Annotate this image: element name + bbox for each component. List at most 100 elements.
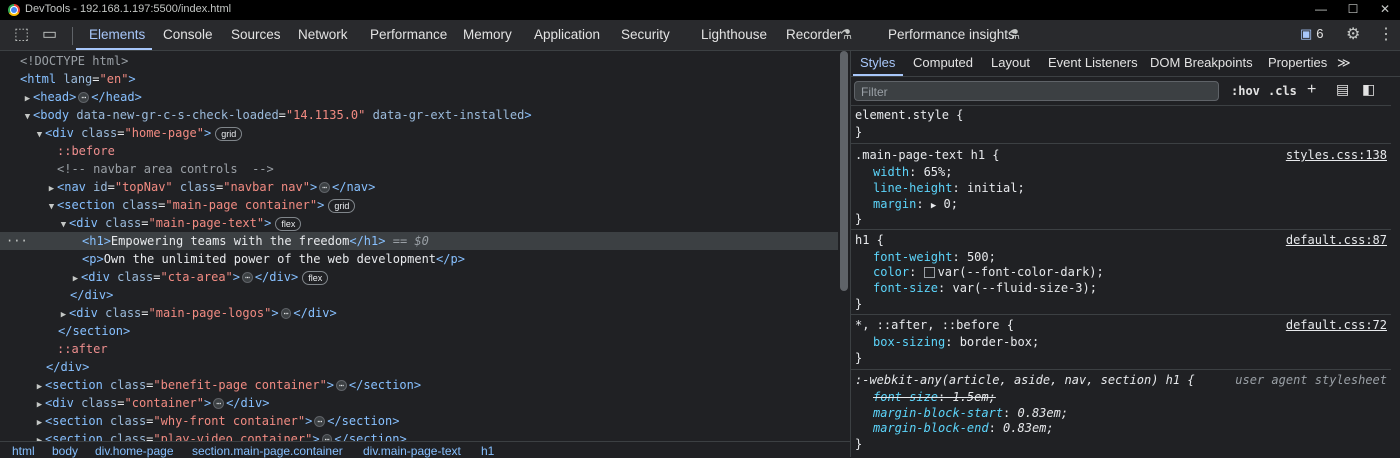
style-property[interactable]: font-weight: 500; <box>855 249 1391 265</box>
breadcrumb-body[interactable]: body <box>52 444 78 458</box>
collapsed-ellipsis[interactable]: ⋯ <box>319 182 330 193</box>
style-property[interactable]: margin-block-end: 0.83em; <box>855 420 1391 436</box>
attr-name: class <box>122 198 159 212</box>
tab-dom-breakpoints[interactable]: DOM Breakpoints <box>1150 55 1253 70</box>
dom-node-div-cta[interactable]: ▶ <div class="cta-area"> ⋯ </div> flex <box>0 268 838 286</box>
expand-triangle-icon[interactable]: ▶ <box>931 201 936 211</box>
dom-node-section-why[interactable]: ▶ <section class="why-front container"> ⋯ <… <box>0 412 838 430</box>
style-property[interactable]: box-sizing: border-box; <box>855 334 1391 350</box>
dom-node-body[interactable]: ▼ <body data-new-gr-c-s-check-loaded="14.… <box>0 106 838 124</box>
rule-source-link[interactable]: default.css:87 <box>1286 232 1387 248</box>
breadcrumb-div-home-page[interactable]: div.home-page <box>95 444 174 458</box>
dom-node-div-logos[interactable]: ▶ <div class="main-page-logos"> ⋯ </div> <box>0 304 838 322</box>
flex-badge[interactable]: flex <box>275 216 302 231</box>
style-property[interactable]: color: var(--font-color-dark); <box>855 264 1391 280</box>
tab-console[interactable]: Console <box>163 20 213 50</box>
attr-name: data-gr-ext-installed <box>372 108 525 122</box>
tab-elements[interactable]: Elements <box>89 20 145 50</box>
rule-source-link[interactable]: styles.css:138 <box>1286 147 1387 163</box>
grid-badge[interactable]: grid <box>328 198 356 213</box>
more-actions-icon[interactable]: ··· <box>6 232 28 250</box>
dom-node-section-play[interactable]: ▶ <section class="play-video container"> ⋯… <box>0 430 838 441</box>
scrollbar-thumb[interactable] <box>840 51 848 291</box>
dom-node-section-main-page[interactable]: ▼ <section class="main-page container"> gr… <box>0 196 838 214</box>
elements-scrollbar[interactable] <box>838 51 850 441</box>
dom-node-nav[interactable]: ▶ <nav id="topNav" class="navbar nav"> ⋯ </… <box>0 178 838 196</box>
tag-name: h1 <box>89 234 104 248</box>
device-toolbar-icon[interactable]: ▭ <box>42 26 57 44</box>
property-name: font-size <box>873 390 939 404</box>
collapsed-ellipsis[interactable]: ⋯ <box>280 308 292 319</box>
tab-memory[interactable]: Memory <box>463 20 512 50</box>
maximize-button[interactable]: ☐ <box>1338 2 1368 16</box>
breadcrumb-h1[interactable]: h1 <box>481 444 494 458</box>
styles-filter-input[interactable]: Filter <box>854 81 1219 101</box>
dom-node-div-container[interactable]: ▶ <div class="container"> ⋯ </div> <box>0 394 838 412</box>
cls-toggle[interactable]: .cls <box>1268 84 1297 98</box>
style-property[interactable]: width: 65%; <box>855 164 1391 180</box>
dom-node-before[interactable]: ::before <box>0 142 838 160</box>
dom-node-div-main-page-text[interactable]: ▼ <div class="main-page-text"> flex <box>0 214 838 232</box>
tab-event-listeners[interactable]: Event Listeners <box>1048 55 1138 70</box>
attr-name: class <box>105 306 142 320</box>
rule-element-style[interactable]: element.style { <box>855 107 1387 123</box>
tab-sources[interactable]: Sources <box>231 20 281 50</box>
flex-badge[interactable]: flex <box>302 270 329 285</box>
close-button[interactable]: ✕ <box>1370 2 1400 16</box>
dom-node-div-close[interactable]: </div> <box>0 286 838 304</box>
tab-styles[interactable]: Styles <box>860 55 895 70</box>
issues-badge[interactable]: ▣ 6 <box>1300 26 1324 42</box>
tab-recorder[interactable]: Recorder <box>786 20 842 50</box>
dom-node-div-close[interactable]: </div> <box>0 358 838 376</box>
style-property[interactable]: margin-block-start: 0.83em; <box>855 405 1391 421</box>
rule-source-link[interactable]: default.css:72 <box>1286 317 1387 333</box>
styles-scrollbar[interactable] <box>1391 105 1400 457</box>
collapsed-ellipsis[interactable]: ⋯ <box>78 92 90 103</box>
style-property[interactable]: line-height: initial; <box>855 180 1391 196</box>
tab-application[interactable]: Application <box>534 20 600 50</box>
tab-network[interactable]: Network <box>298 20 348 50</box>
minimize-button[interactable]: — <box>1306 2 1336 16</box>
style-property-overridden[interactable]: font-size: 1.5em; <box>855 389 1391 405</box>
attr-name: id <box>93 180 108 194</box>
tab-lighthouse[interactable]: Lighthouse <box>701 20 767 50</box>
settings-gear-icon[interactable]: ⚙ <box>1346 26 1360 44</box>
color-swatch[interactable] <box>923 267 935 278</box>
toggle-sidebar-icon[interactable]: ◧ <box>1362 81 1375 98</box>
tab-layout[interactable]: Layout <box>991 55 1030 70</box>
style-property[interactable]: margin: ▶ 0; <box>855 196 1391 212</box>
dom-node-html[interactable]: <html lang="en"> <box>0 70 838 88</box>
dom-node-after[interactable]: ::after <box>0 340 838 358</box>
grid-badge[interactable]: grid <box>215 126 243 141</box>
dom-node-h1-selected[interactable]: ··· <h1>Empowering teams with the freedom… <box>0 232 838 250</box>
dom-node-comment[interactable]: <!-- navbar area controls --> <box>0 160 838 178</box>
paint-brush-icon[interactable]: ▤ <box>1336 81 1349 98</box>
breadcrumb-section-main-page[interactable]: section.main-page.container <box>192 444 343 458</box>
dom-node-p[interactable]: <p>Own the unlimited power of the web de… <box>0 250 838 268</box>
dom-node-section-benefit[interactable]: ▶ <section class="benefit-page container"… <box>0 376 838 394</box>
style-property[interactable]: font-size: var(--fluid-size-3); <box>855 280 1391 296</box>
inspect-element-icon[interactable]: ⬚ <box>14 26 29 44</box>
expand-triangle-icon[interactable]: ▶ <box>34 432 45 441</box>
breadcrumb-div-main-page-text[interactable]: div.main-page-text <box>363 444 461 458</box>
more-options-icon[interactable]: ⋮ <box>1378 26 1394 44</box>
dom-node-doctype[interactable]: <!DOCTYPE html> <box>0 52 838 70</box>
hov-toggle[interactable]: :hov <box>1231 84 1260 98</box>
collapsed-ellipsis[interactable]: ⋯ <box>213 398 225 409</box>
collapsed-ellipsis[interactable]: ⋯ <box>242 272 253 283</box>
tab-security[interactable]: Security <box>621 20 670 50</box>
property-value: 0; <box>943 197 958 211</box>
dom-node-section-close[interactable]: </section> <box>0 322 838 340</box>
tab-performance[interactable]: Performance <box>370 20 447 50</box>
new-style-rule-icon[interactable]: + <box>1307 81 1316 99</box>
more-tabs-icon[interactable]: ≫ <box>1337 55 1351 71</box>
tab-properties[interactable]: Properties <box>1268 55 1327 70</box>
collapsed-ellipsis[interactable]: ⋯ <box>336 380 347 391</box>
tab-computed[interactable]: Computed <box>913 55 973 70</box>
dom-node-head[interactable]: ▶ <head> ⋯ </head> <box>0 88 838 106</box>
collapsed-ellipsis[interactable]: ⋯ <box>314 416 326 427</box>
breadcrumb-html[interactable]: html <box>12 444 35 458</box>
tab-performance-insights[interactable]: Performance insights <box>888 20 1015 50</box>
collapsed-ellipsis[interactable]: ⋯ <box>321 434 333 441</box>
dom-node-div-home-page[interactable]: ▼ <div class="home-page"> grid <box>0 124 838 142</box>
